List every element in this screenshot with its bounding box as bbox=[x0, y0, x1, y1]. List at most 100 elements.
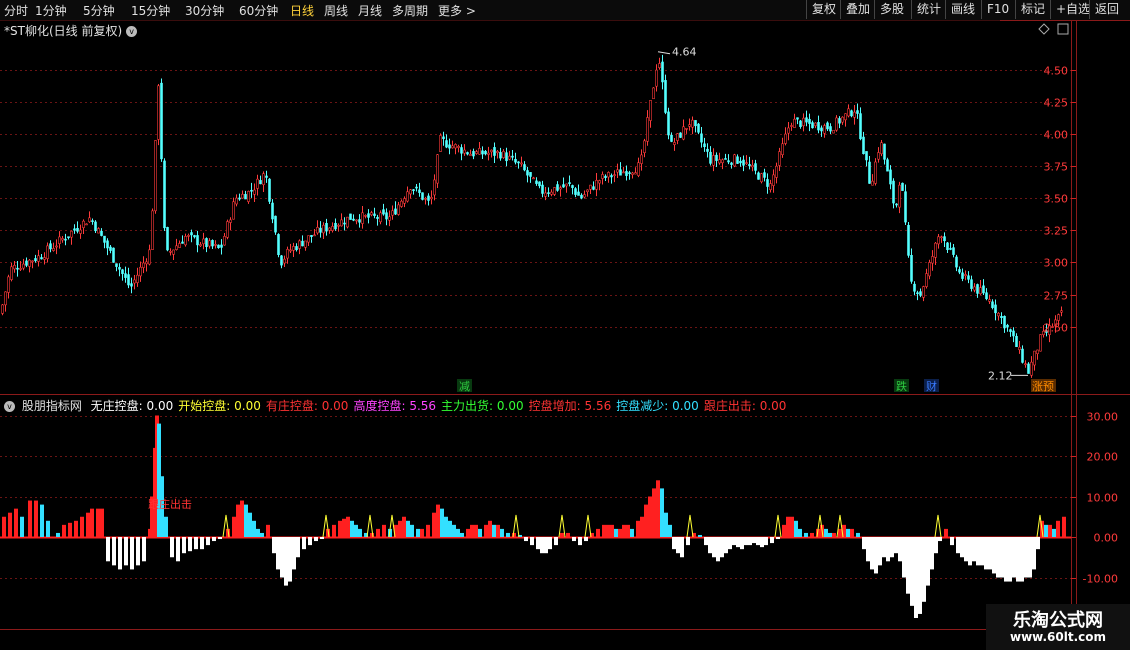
candle-body bbox=[280, 255, 283, 266]
indicator-bar bbox=[206, 537, 210, 546]
candle-body bbox=[610, 175, 613, 178]
candle-body bbox=[925, 273, 928, 287]
candle-body bbox=[22, 263, 25, 269]
candle-body bbox=[586, 189, 589, 193]
candle-body bbox=[931, 256, 934, 264]
indicator-bar bbox=[956, 537, 960, 554]
candle-body bbox=[958, 269, 961, 273]
candle-body bbox=[418, 189, 421, 193]
candle-body bbox=[919, 291, 922, 296]
indicator-bar bbox=[96, 508, 100, 537]
candle-body bbox=[1021, 348, 1024, 363]
candle-body bbox=[1000, 316, 1003, 319]
indicator-name: 股朋指标网 bbox=[21, 399, 82, 413]
candle-body bbox=[439, 135, 442, 152]
candle-body bbox=[400, 200, 403, 207]
candle-body bbox=[415, 186, 418, 189]
candle-body bbox=[451, 145, 454, 149]
candle-body bbox=[817, 122, 820, 131]
indicator-bar bbox=[618, 528, 622, 537]
candle-body bbox=[109, 246, 112, 251]
candle-body bbox=[604, 175, 607, 179]
indicator-bar bbox=[996, 537, 1000, 578]
indicator-bar bbox=[906, 537, 910, 594]
candle-body bbox=[856, 110, 859, 114]
indicator-item: 开始控盘: 0.00 bbox=[178, 399, 261, 413]
candle-body bbox=[784, 133, 787, 144]
indicator-bar bbox=[130, 537, 134, 570]
candle-body bbox=[214, 244, 217, 246]
candle-body bbox=[379, 212, 382, 223]
candle-body bbox=[1024, 363, 1027, 366]
indicator-bar bbox=[676, 537, 680, 554]
candle-body bbox=[244, 194, 247, 200]
indicator-bar bbox=[752, 537, 756, 544]
indicator-bar bbox=[492, 524, 496, 537]
candle-body bbox=[655, 69, 658, 87]
indicator-bar bbox=[46, 520, 50, 537]
candle-body bbox=[757, 172, 760, 180]
candle-body bbox=[106, 240, 109, 249]
candle-body bbox=[622, 171, 625, 174]
indicator-bar bbox=[112, 537, 116, 566]
indicator-bar bbox=[544, 537, 548, 554]
price-chart[interactable]: 2.50 2.75 3.00 3.25 3.50 3.75 4.00 4.25 4.50 4.6… bbox=[0, 0, 1130, 630]
candle-body bbox=[328, 227, 331, 231]
indicator-bar bbox=[496, 524, 500, 537]
candle-body bbox=[751, 164, 754, 168]
candle-body bbox=[949, 248, 952, 250]
candle-body bbox=[103, 235, 106, 243]
candle-body bbox=[775, 165, 778, 178]
indicator-bar bbox=[584, 537, 588, 542]
indicator-bar bbox=[488, 520, 492, 537]
candle-body bbox=[61, 238, 64, 241]
candle-body bbox=[121, 269, 124, 274]
indicator-item-label: 高度控盘: bbox=[353, 399, 406, 413]
candle-body bbox=[982, 285, 985, 294]
indicator-bar bbox=[8, 512, 12, 537]
candle-body bbox=[985, 292, 988, 300]
candle-body bbox=[991, 301, 994, 308]
indicator-bar bbox=[938, 537, 942, 542]
indicator-bar bbox=[898, 537, 902, 562]
candle-body bbox=[964, 274, 967, 277]
candle-body bbox=[151, 210, 154, 250]
candle-body bbox=[1012, 330, 1015, 337]
indicator-bar bbox=[484, 524, 488, 537]
indicator-bar bbox=[850, 528, 854, 537]
indicator-bar bbox=[698, 534, 702, 537]
indicator-bar bbox=[1004, 537, 1008, 582]
indicator-bar bbox=[760, 537, 764, 548]
candle-body bbox=[376, 216, 379, 219]
candle-body bbox=[502, 151, 505, 158]
candle-body bbox=[334, 222, 337, 230]
indicator-bar bbox=[382, 524, 386, 537]
indicator-bar bbox=[416, 528, 420, 537]
candle-body bbox=[808, 118, 811, 124]
candle-body bbox=[301, 240, 304, 247]
diamond-icon bbox=[1038, 23, 1050, 35]
indicator-bar bbox=[540, 537, 544, 554]
candle-body bbox=[4, 291, 7, 306]
indicator-bar bbox=[232, 516, 236, 537]
candle-body bbox=[223, 236, 226, 246]
indicator-bar bbox=[444, 516, 448, 537]
indicator-bar bbox=[776, 537, 780, 540]
candle-body bbox=[343, 222, 346, 225]
candle-body bbox=[889, 169, 892, 185]
candle-body bbox=[517, 161, 520, 164]
candle-body bbox=[310, 235, 313, 237]
candle-body bbox=[250, 189, 253, 192]
indicator-bar bbox=[332, 524, 336, 537]
indicator-bar bbox=[478, 528, 482, 537]
candle-body bbox=[847, 108, 850, 117]
indicator-bar bbox=[1012, 537, 1016, 578]
indicator-bar bbox=[870, 537, 874, 570]
chevron-down-icon[interactable]: v bbox=[4, 401, 15, 412]
candle-body bbox=[976, 284, 979, 294]
candle-body bbox=[571, 185, 574, 188]
indicator-bar bbox=[950, 537, 954, 546]
indicator-bar bbox=[890, 537, 894, 558]
indicator-bar bbox=[56, 532, 60, 537]
indicator-bar bbox=[1024, 537, 1028, 578]
